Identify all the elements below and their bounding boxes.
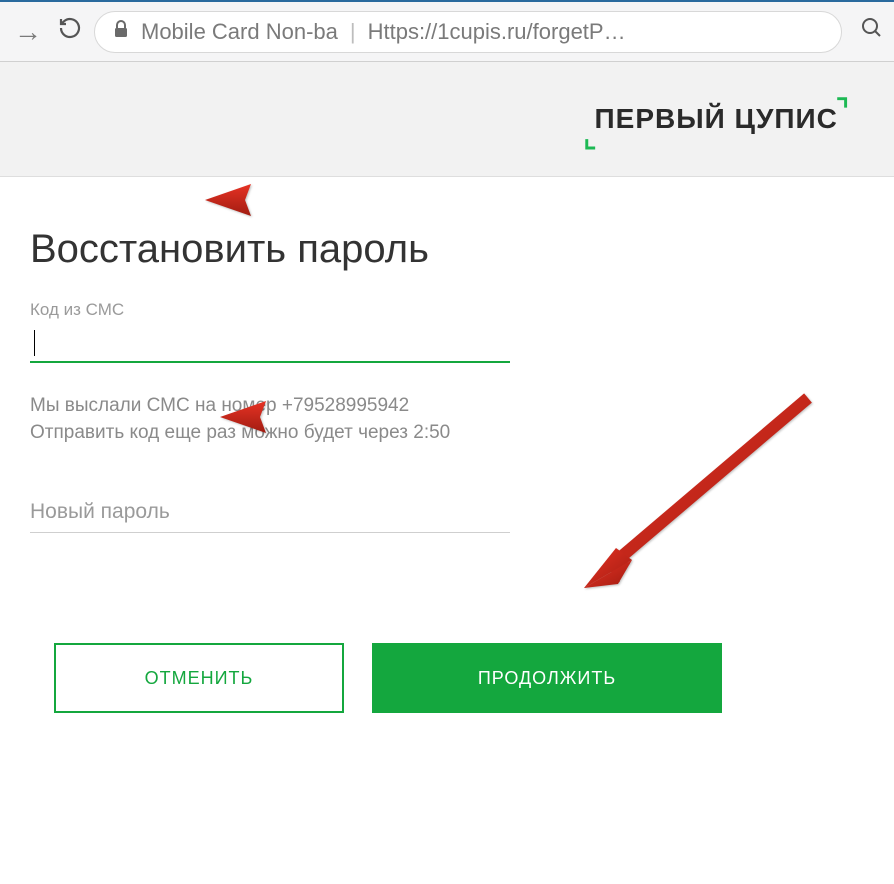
sms-code-input[interactable] [30, 326, 510, 363]
annotation-arrow-sms [205, 180, 545, 220]
page: ⌞ ПЕРВЫЙ ЦУПИС ⌝ Восстановить пароль Код… [0, 62, 894, 877]
sms-info-line2: Отправить код еще раз можно будет через … [30, 422, 450, 443]
browser-toolbar: → Mobile Card Non-ba | Https://1cupis.ru… [0, 0, 894, 62]
zoom-icon[interactable] [860, 16, 884, 47]
forward-arrow-icon[interactable]: → [10, 14, 46, 50]
logo-bracket-left-icon: ⌞ [583, 121, 596, 154]
continue-button[interactable]: ПРОДОЛЖИТЬ [372, 643, 722, 713]
sms-info-text: Мы выслали СМС на номер +79528995942 Отп… [30, 393, 864, 446]
form-panel: Восстановить пароль Код из СМС Мы выслал… [0, 177, 894, 877]
address-bar[interactable]: Mobile Card Non-ba | Https://1cupis.ru/f… [94, 11, 842, 53]
page-title-text: Mobile Card Non-ba [141, 19, 338, 45]
new-password-field [30, 492, 864, 533]
url-text: Https://1cupis.ru/forgetP… [368, 19, 626, 45]
text-cursor [34, 330, 35, 356]
sms-code-field: Код из СМС [30, 300, 864, 363]
page-heading: Восстановить пароль [30, 227, 864, 272]
button-row: ОТМЕНИТЬ ПРОДОЛЖИТЬ [54, 643, 864, 713]
lock-icon [113, 20, 129, 43]
sms-info-line1: Мы выслали СМС на номер +79528995942 [30, 395, 409, 416]
site-logo[interactable]: ⌞ ПЕРВЫЙ ЦУПИС ⌝ [583, 103, 849, 136]
sms-code-label: Код из СМС [30, 300, 864, 320]
new-password-input[interactable] [30, 492, 510, 533]
logo-bracket-right-icon: ⌝ [836, 93, 849, 126]
cancel-button[interactable]: ОТМЕНИТЬ [54, 643, 344, 713]
title-url-divider: | [350, 19, 356, 45]
logo-text: ПЕРВЫЙ ЦУПИС [595, 103, 838, 135]
site-header: ⌞ ПЕРВЫЙ ЦУПИС ⌝ [0, 62, 894, 177]
reload-icon[interactable] [58, 16, 82, 47]
